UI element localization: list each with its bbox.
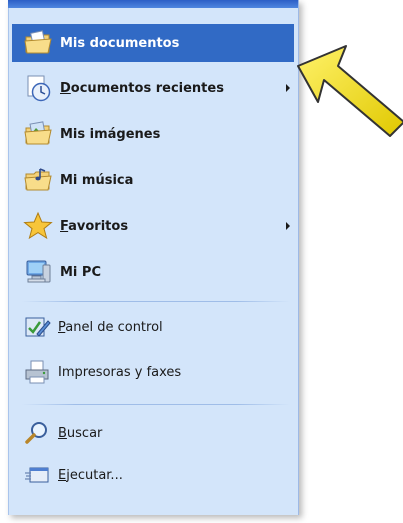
yellow-arrow-pointer-icon (297, 45, 403, 137)
recent-documents-icon (20, 70, 56, 106)
menu-item-label: Mi música (60, 172, 134, 188)
menu-item-mi-musica[interactable]: Mi música (12, 161, 294, 199)
folder-documents-icon (20, 25, 56, 61)
menu-item-mis-imagenes[interactable]: Mis imágenes (12, 115, 294, 153)
menu-item-label: Mis documentos (60, 35, 180, 51)
menu-item-impresoras-y-faxes[interactable]: Impresoras y faxes (12, 353, 294, 391)
panel-left-border (8, 8, 9, 515)
start-menu-screenshot: Mis documentos Documentos recientes Mis … (0, 0, 403, 523)
menu-item-label: Documentos recientes (60, 80, 224, 96)
favorites-star-icon (20, 208, 56, 244)
run-icon (20, 458, 54, 492)
menu-item-label: Favoritos (60, 218, 129, 234)
menu-item-label: Mis imágenes (60, 126, 161, 142)
panel-top-border (8, 0, 298, 8)
menu-item-favoritos[interactable]: Favoritos (12, 207, 294, 245)
menu-divider (22, 404, 290, 405)
my-computer-icon (20, 254, 56, 290)
printer-icon (20, 355, 54, 389)
submenu-arrow-icon (286, 222, 290, 230)
menu-item-label: Mi PC (60, 264, 101, 280)
control-panel-icon (20, 310, 54, 344)
search-magnifier-icon (20, 416, 54, 450)
menu-item-ejecutar[interactable]: Ejecutar... (12, 456, 294, 494)
menu-item-label: Impresoras y faxes (58, 364, 182, 380)
menu-divider (22, 301, 290, 302)
menu-item-label: Ejecutar... (58, 467, 123, 483)
menu-item-mis-documentos[interactable]: Mis documentos (12, 24, 294, 62)
menu-item-label: Panel de control (58, 319, 163, 335)
menu-item-mi-pc[interactable]: Mi PC (12, 253, 294, 291)
menu-item-documentos-recientes[interactable]: Documentos recientes (12, 69, 294, 107)
menu-item-panel-de-control[interactable]: Panel de control (12, 308, 294, 346)
start-menu-right-panel: Mis documentos Documentos recientes Mis … (8, 0, 299, 515)
submenu-arrow-icon (286, 84, 290, 92)
menu-item-buscar[interactable]: Buscar (12, 414, 294, 452)
menu-item-label: Buscar (58, 425, 103, 441)
folder-music-icon (20, 162, 56, 198)
folder-pictures-icon (20, 116, 56, 152)
